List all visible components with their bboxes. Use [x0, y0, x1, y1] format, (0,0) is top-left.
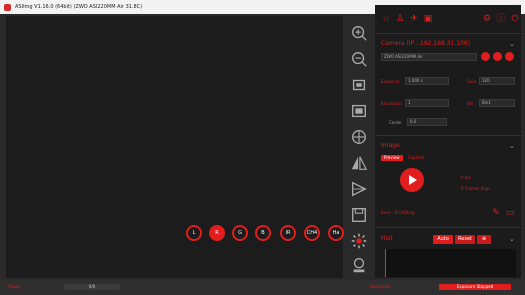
tab-capture[interactable]: Capture [405, 155, 427, 161]
channel-b-button[interactable]: B [255, 225, 271, 241]
channel-ch4-button[interactable]: CH4 [304, 225, 320, 241]
channel-ir-button[interactable]: IR [280, 225, 296, 241]
disconnect-icon[interactable] [505, 52, 514, 61]
star-icon[interactable]: ☆ [381, 14, 391, 24]
status-left-text: Ready [8, 284, 21, 289]
histogram-title: Hist [381, 235, 393, 242]
flip-horizontal-icon[interactable] [348, 152, 370, 174]
exposure-status-badge: Exposure Stopped [439, 284, 511, 290]
exposure-label: Exposure [381, 79, 400, 84]
start-preview-button[interactable] [400, 168, 424, 192]
connect-icon[interactable] [481, 52, 490, 61]
fps-label: 0 fps [461, 175, 471, 180]
save-icon[interactable] [348, 204, 370, 226]
device-select[interactable]: ZWO ASI220MM Air [381, 53, 477, 61]
image-title: Image [381, 142, 400, 149]
channel-r-button[interactable]: R [209, 225, 225, 241]
cooler-field[interactable]: 0.0 [407, 118, 447, 126]
folder-icon[interactable]: ▭ [505, 208, 515, 218]
info-icon[interactable]: ⓘ [496, 14, 506, 24]
telescope-icon[interactable]: ✈ [409, 14, 419, 24]
chevron-down-icon[interactable]: ⌄ [509, 235, 515, 243]
user-icon[interactable]: ♙ [395, 14, 405, 24]
divider [375, 135, 521, 136]
actual-size-icon[interactable] [348, 100, 370, 122]
cooler-label: Cooler [389, 120, 402, 125]
channel-g-button[interactable]: G [232, 225, 248, 241]
view-toolbar [345, 16, 373, 278]
gain-field[interactable]: 120 [479, 77, 515, 85]
divider [375, 33, 521, 34]
auto-button[interactable]: Auto [433, 235, 453, 244]
resolution-select[interactable]: 1 [405, 99, 449, 107]
edit-icon[interactable]: ✎ [491, 208, 501, 218]
camera-icon[interactable]: ▣ [423, 14, 433, 24]
divider [375, 227, 521, 228]
focus-icon[interactable] [348, 254, 370, 276]
power-icon[interactable]: ⏻ [510, 14, 520, 24]
bin-label: Bin [467, 101, 474, 106]
dropped-frames-label: 0 Frames drop [461, 186, 490, 191]
brightness-icon[interactable] [348, 230, 370, 252]
chevron-down-icon[interactable]: ⌄ [509, 142, 515, 150]
tab-preview[interactable]: Preview [381, 155, 403, 161]
progress-text: 0/0 [88, 284, 96, 289]
settings-icon[interactable]: ⚙ [482, 14, 492, 24]
crosshair-icon[interactable] [348, 126, 370, 148]
channel-l-button[interactable]: L [186, 225, 202, 241]
histogram-graph [385, 249, 516, 277]
app-icon [4, 3, 11, 11]
control-panel: ☆ ♙ ✈ ▣ ⚙ ⓘ ⏻ Camera (IP : 192.168.31.10… [375, 5, 521, 278]
chevron-down-icon[interactable]: ⌄ [509, 40, 515, 48]
zoom-in-icon[interactable] [348, 22, 370, 44]
channel-ha-button[interactable]: Ha [328, 225, 344, 241]
exposure-field[interactable]: 1.000 s [405, 77, 449, 85]
status-right-text: Histogram [370, 284, 391, 289]
camera-title: Camera (IP : 192.168.31.106) [381, 40, 471, 47]
flip-vertical-icon[interactable] [348, 178, 370, 200]
reset-button[interactable]: Reset [455, 235, 475, 244]
zoom-out-icon[interactable] [348, 48, 370, 70]
progress-bar: 0/0 [64, 284, 120, 290]
resolution-label: Resolution [381, 101, 402, 106]
gain-label: Gain [467, 79, 477, 84]
histogram-settings-icon[interactable]: ⊕ [477, 235, 491, 244]
bin-select[interactable]: Bin1 [479, 99, 515, 107]
fit-window-icon[interactable] [348, 74, 370, 96]
refresh-icon[interactable] [493, 52, 502, 61]
save-path-label: Save : D:\ASIImg [381, 210, 415, 215]
window-title: ASIImg V1.16.0 (64bit) (ZWO ASI220MM Air… [15, 4, 143, 10]
